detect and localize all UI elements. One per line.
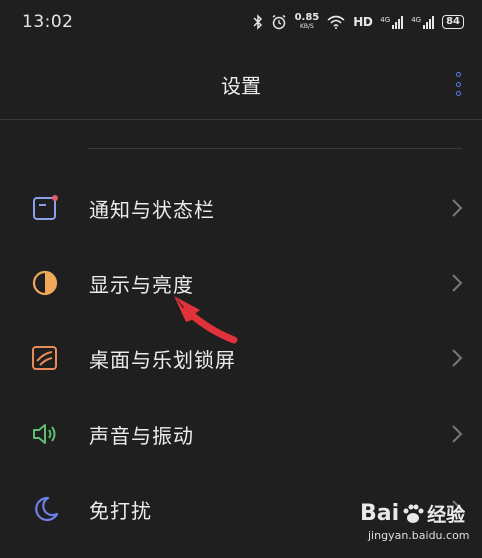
net-speed-unit: KB/S [299,23,314,30]
status-time: 13:02 [22,12,74,32]
watermark-brand-b: 经验 [427,504,466,526]
chevron-right-icon [452,274,463,292]
page-title: 设置 [221,74,261,98]
chevron-right-icon [452,349,463,367]
menu-item-label: 免打扰 [89,498,152,523]
chevron-right-icon [452,425,463,443]
signal-icon-1: 4G [380,15,404,29]
bluetooth-icon [253,14,262,30]
hd-indicator: HD [353,15,373,29]
watermark-brand: Bai 经验 [360,500,480,527]
notification-icon [33,195,58,220]
moon-icon [35,496,59,522]
alarm-icon [272,14,286,30]
menu-item-display[interactable]: 显示与亮度 [0,253,482,313]
menu-item-label: 声音与振动 [89,423,194,448]
divider [88,148,462,149]
header: 设置 [0,44,482,120]
signal-icon-2: 4G [411,15,435,29]
watermark-url: jingyan.baidu.com [368,529,470,542]
signal-2-label: 4G [411,15,422,24]
net-speed: 0.85 KB/S [295,13,320,31]
menu-item-notification[interactable]: 通知与状态栏 [0,178,482,238]
wifi-icon [327,15,345,29]
more-options-button[interactable] [450,72,466,96]
net-speed-value: 0.85 [294,12,320,23]
paw-icon [403,504,424,523]
more-dot-icon [455,72,461,77]
status-icons: 0.85 KB/S HD 4G 4G 84 [253,13,464,31]
menu-item-sound-vibration[interactable]: 声音与振动 [0,404,482,464]
more-dot-icon [455,91,461,96]
watermark-brand-a: Bai [360,501,400,526]
signal-1-label: 4G [380,15,391,24]
annotation-arrow-icon [174,296,238,344]
speaker-icon [33,424,56,444]
menu-item-desktop-lockscreen[interactable]: 桌面与乐划锁屏 [0,328,482,388]
chevron-right-icon [452,199,463,217]
more-dot-icon [455,81,461,87]
menu-item-label: 通知与状态栏 [89,197,215,222]
display-brightness-icon [32,270,58,296]
wallpaper-icon [32,346,57,370]
baidu-watermark: Bai 经验 jingyan.baidu.com [360,500,480,556]
battery-indicator: 84 [442,15,464,29]
status-bar: 13:02 0.85 KB/S HD 4G 4G 84 [0,0,482,44]
